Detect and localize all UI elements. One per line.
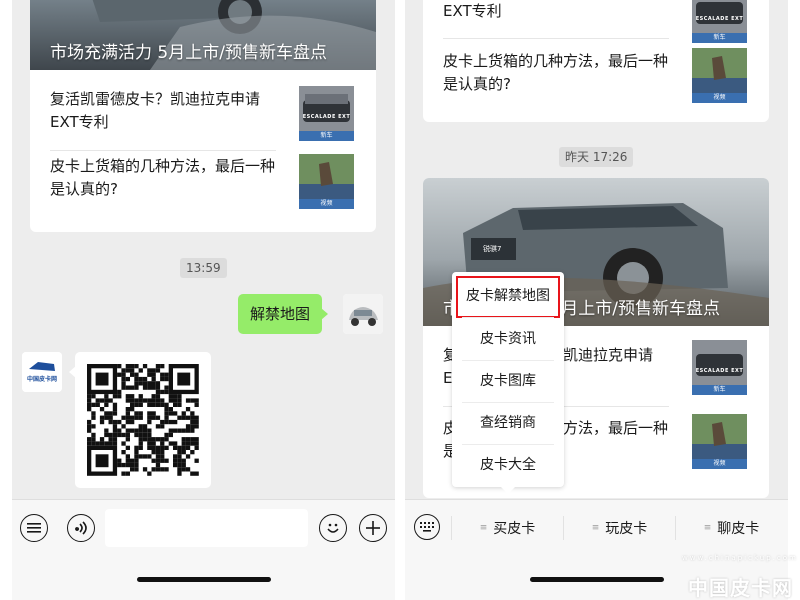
keyboard-icon[interactable] bbox=[414, 514, 440, 540]
watermark-logo: 中国皮卡网 bbox=[688, 576, 793, 600]
add-icon[interactable] bbox=[359, 514, 387, 542]
chat-panel-left: 市场充满活力 5月上市/预售新车盘点 复活凯雷德皮卡？凯迪拉克申请EXT专利 E… bbox=[12, 0, 395, 600]
message-input[interactable] bbox=[105, 509, 308, 547]
thumb-badge: 视频 bbox=[692, 93, 747, 103]
article-title-partial: EXT专利 bbox=[443, 2, 502, 20]
menu-item-pickup-ban-map[interactable]: 皮卡解禁地图 bbox=[456, 276, 560, 318]
article-card-previous[interactable]: EXT专利 ESCALADE EXT 新车 皮卡上货箱的几种方法，最后一种是认真… bbox=[423, 0, 769, 122]
home-indicator bbox=[137, 577, 271, 582]
timestamp: 13:59 bbox=[180, 258, 227, 278]
menu-item-pickup-encyclopedia[interactable]: 皮卡大全 bbox=[460, 444, 556, 486]
article-thumbnail: 视频 bbox=[692, 48, 747, 103]
emoji-icon[interactable] bbox=[319, 514, 347, 542]
avatar-logo-text: 中国皮卡网 bbox=[26, 376, 57, 383]
voice-icon[interactable] bbox=[67, 514, 95, 542]
submenu-popup: 皮卡解禁地图 皮卡资讯 皮卡图库 查经销商 皮卡大全 bbox=[452, 272, 564, 494]
article-row[interactable]: 皮卡上货箱的几种方法，最后一种是认真的? 视频 bbox=[30, 150, 376, 232]
article-row[interactable]: 复活凯雷德皮卡？凯迪拉克申请EXT专利 ESCALADE EXT 新车 bbox=[30, 70, 376, 152]
article-thumbnail: 视频 bbox=[299, 154, 354, 209]
submenu-indicator-icon: ≡ bbox=[591, 522, 600, 533]
thumb-badge: 视频 bbox=[692, 459, 747, 469]
thumb-badge: 新车 bbox=[692, 33, 747, 43]
menu-label: 买皮卡 bbox=[493, 520, 536, 537]
qr-code-message[interactable] bbox=[69, 352, 211, 488]
menu-label: 玩皮卡 bbox=[605, 520, 648, 537]
input-toolbar bbox=[12, 499, 395, 600]
divider bbox=[443, 38, 669, 39]
hero-model-badge: 锐骐7 bbox=[483, 245, 502, 253]
article-card[interactable]: 市场充满活力 5月上市/预售新车盘点 复活凯雷德皮卡？凯迪拉克申请EXT专利 E… bbox=[30, 0, 376, 232]
home-indicator bbox=[530, 577, 664, 582]
thumb-caption: ESCALADE EXT bbox=[695, 16, 744, 22]
official-account-avatar[interactable]: 中国皮卡网 bbox=[22, 352, 62, 392]
menu-item-find-dealer[interactable]: 查经销商 bbox=[460, 402, 556, 444]
article-thumbnail: 视频 bbox=[692, 414, 747, 469]
thumb-badge: 新车 bbox=[299, 131, 354, 141]
article-title: 皮卡上货箱的几种方法，最后一种是认真的? bbox=[443, 52, 669, 93]
menu-chat-pickup[interactable]: ≡ 聊皮卡 bbox=[676, 500, 787, 555]
thumb-badge: 新车 bbox=[692, 385, 747, 395]
submenu-indicator-icon: ≡ bbox=[479, 522, 488, 533]
thumb-badge: 视频 bbox=[299, 199, 354, 209]
hero-title: 市场充满活力 5月上市/预售新车盘点 bbox=[50, 43, 327, 63]
hero-image[interactable]: 市场充满活力 5月上市/预售新车盘点 bbox=[30, 0, 376, 70]
car-avatar-image bbox=[343, 294, 383, 334]
article-thumbnail: ESCALADE EXT 新车 bbox=[692, 340, 747, 395]
menu-item-pickup-gallery[interactable]: 皮卡图库 bbox=[460, 360, 556, 402]
menu-item-pickup-news[interactable]: 皮卡资讯 bbox=[460, 318, 556, 360]
watermark-url: www.chinapickup.com bbox=[682, 554, 798, 562]
menu-buy-pickup[interactable]: ≡ 买皮卡 bbox=[452, 500, 563, 555]
user-avatar[interactable] bbox=[343, 294, 383, 334]
list-icon[interactable] bbox=[20, 514, 48, 542]
timestamp: 昨天 17:26 bbox=[559, 147, 634, 167]
thumb-caption: ESCALADE EXT bbox=[302, 114, 351, 120]
submenu-indicator-icon: ≡ bbox=[703, 522, 712, 533]
menu-play-pickup[interactable]: ≡ 玩皮卡 bbox=[564, 500, 675, 555]
menu-label: 聊皮卡 bbox=[717, 520, 760, 537]
chat-panel-right: EXT专利 ESCALADE EXT 新车 皮卡上货箱的几种方法，最后一种是认真… bbox=[405, 0, 788, 600]
thumb-caption: ESCALADE EXT bbox=[695, 368, 744, 374]
article-title: 复活凯雷德皮卡？凯迪拉克申请EXT专利 bbox=[50, 90, 261, 131]
pickup-logo-icon bbox=[22, 352, 62, 392]
article-thumbnail: ESCALADE EXT 新车 bbox=[692, 0, 747, 43]
sent-message-bubble[interactable]: 解禁地图 bbox=[238, 294, 329, 334]
qr-code-icon bbox=[87, 364, 199, 476]
article-thumbnail: ESCALADE EXT 新车 bbox=[299, 86, 354, 141]
article-title: 皮卡上货箱的几种方法，最后一种是认真的? bbox=[50, 157, 276, 198]
